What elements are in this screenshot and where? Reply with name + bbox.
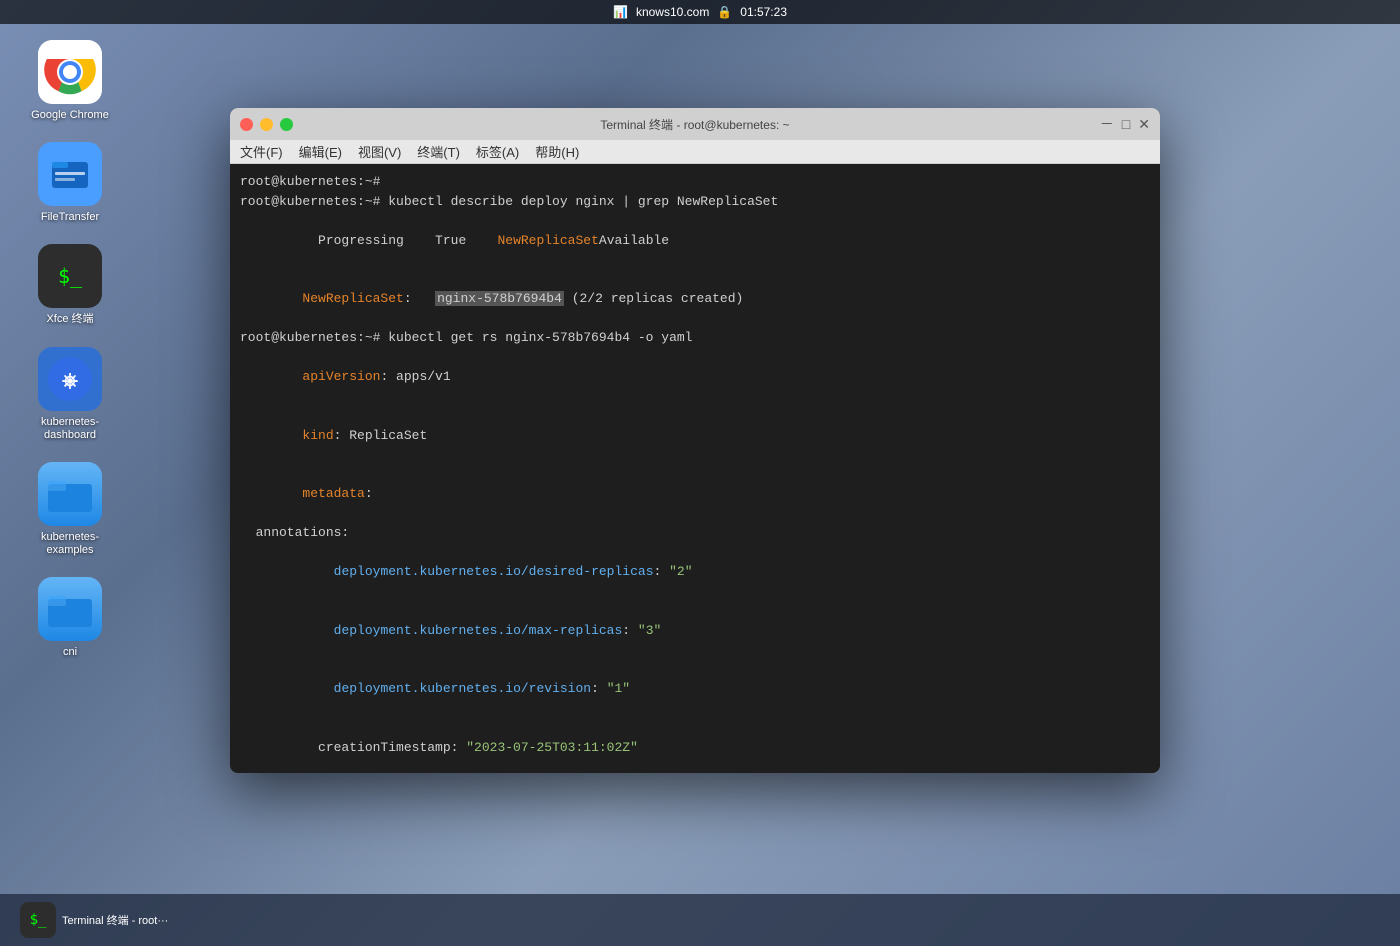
desktop-icon-filetransfer[interactable]: FileTransfer (30, 142, 110, 224)
cni-label: cni (63, 646, 77, 659)
desktop-icon-k8s-dashboard[interactable]: ⎈ kubernetes-dashboard (30, 347, 110, 442)
term-line-5: root@kubernetes:~# kubectl get rs nginx-… (240, 328, 1150, 348)
dr-key (302, 564, 333, 579)
desktop-icon-xfce-terminal[interactable]: $_ Xfce 终端 (30, 244, 110, 326)
xfce-terminal-label: Xfce 终端 (46, 313, 93, 326)
menubar-lock-icon: 🔒 (717, 5, 732, 19)
menu-file[interactable]: 文件(F) (240, 142, 283, 161)
k8s-dashboard-label: kubernetes-dashboard (41, 416, 99, 442)
xfce-terminal-icon: $_ (38, 244, 102, 308)
metadata-key: metadata (302, 486, 364, 501)
term-line-8: metadata: (240, 465, 1150, 524)
progressing-text: Progressing True (302, 233, 497, 248)
menubar-center: 📊 knows10.com 🔒 01:57:23 (613, 5, 787, 19)
term-line-3: Progressing True NewReplicaSetAvailable (240, 211, 1150, 270)
term-line-7: kind: ReplicaSet (240, 406, 1150, 465)
mr-indent (302, 623, 333, 638)
menubar: 📊 knows10.com 🔒 01:57:23 (0, 0, 1400, 24)
replicas-text: (2/2 replicas created) (564, 291, 743, 306)
term-line-9: annotations: (240, 523, 1150, 543)
restore-icon[interactable]: □ (1122, 116, 1130, 132)
newreplicaset-label: NewReplicaSet (302, 291, 403, 306)
cni-icon (38, 577, 102, 641)
desktop-icon-k8s-examples[interactable]: kubernetes-examples (30, 462, 110, 557)
revision-key: deployment.kubernetes.io/revision (334, 681, 591, 696)
desired-replicas-val: "2" (669, 564, 692, 579)
terminal-menubar: 文件(F) 编辑(E) 视图(V) 终端(T) 标签(A) 帮助(H) (230, 140, 1160, 164)
chrome-label: Google Chrome (31, 109, 109, 122)
ct-indent: creationTimestamp: (302, 740, 466, 755)
menubar-time: 01:57:23 (740, 5, 787, 19)
svg-text:⎈: ⎈ (62, 370, 78, 392)
dock: $_ Terminal 终端 - root··· (0, 894, 1400, 946)
terminal-window: Terminal 终端 - root@kubernetes: ~ － □ ✕ 文… (230, 108, 1160, 773)
desktop-icon-chrome[interactable]: Google Chrome (30, 40, 110, 122)
max-replicas-key: deployment.kubernetes.io/max-replicas (334, 623, 623, 638)
menu-tabs[interactable]: 标签(A) (476, 142, 519, 161)
apiversion-key: apiVersion (302, 369, 380, 384)
term-line-1: root@kubernetes:~# (240, 172, 1150, 192)
chrome-icon (38, 40, 102, 104)
terminal-titlebar: Terminal 终端 - root@kubernetes: ~ － □ ✕ (230, 108, 1160, 140)
nginx-rs-highlighted: nginx-578b7694b4 (435, 291, 564, 306)
filetransfer-icon (38, 142, 102, 206)
rev-indent (302, 681, 333, 696)
term-line-12: deployment.kubernetes.io/revision: "1" (240, 660, 1150, 719)
newreplicaset-available: NewReplicaSet (497, 233, 598, 248)
metadata-colon: : (365, 486, 373, 501)
apiversion-colon: : apps/v1 (380, 369, 450, 384)
available-text: Available (599, 233, 669, 248)
term-line-4: NewReplicaSet: nginx-578b7694b4 (2/2 rep… (240, 270, 1150, 329)
terminal-content[interactable]: root@kubernetes:~# root@kubernetes:~# ku… (230, 164, 1160, 773)
term-line-6: apiVersion: apps/v1 (240, 348, 1150, 407)
filetransfer-label: FileTransfer (41, 211, 99, 224)
revision-colon: : (591, 681, 607, 696)
desktop-icon-cni[interactable]: cni (30, 577, 110, 659)
term-line-13: creationTimestamp: "2023-07-25T03:11:02Z… (240, 718, 1150, 773)
window-close-button[interactable] (240, 118, 253, 131)
terminal-title: Terminal 终端 - root@kubernetes: ~ (600, 116, 789, 133)
desired-replicas-colon: : (654, 564, 670, 579)
creation-timestamp-val: "2023-07-25T03:11:02Z" (466, 740, 638, 755)
term-line-11: deployment.kubernetes.io/max-replicas: "… (240, 601, 1150, 660)
max-replicas-val: "3" (638, 623, 661, 638)
dock-terminal-icon: $_ (20, 902, 56, 938)
desktop-icons-container: Google Chrome FileTransfer $_ Xfce 终端 (30, 40, 110, 660)
menu-help[interactable]: 帮助(H) (535, 142, 579, 161)
colon-space: : (404, 291, 435, 306)
desired-replicas-key: deployment.kubernetes.io/desired-replica… (334, 564, 654, 579)
window-buttons (240, 118, 293, 131)
menu-terminal[interactable]: 终端(T) (417, 142, 460, 161)
menubar-url: knows10.com (636, 5, 709, 19)
term-line-2: root@kubernetes:~# kubectl describe depl… (240, 192, 1150, 212)
kind-val: : ReplicaSet (334, 428, 428, 443)
menu-view[interactable]: 视图(V) (358, 142, 401, 161)
k8s-dashboard-icon: ⎈ (38, 347, 102, 411)
close-icon[interactable]: ✕ (1138, 116, 1150, 133)
kind-key: kind (302, 428, 333, 443)
window-minimize-button[interactable] (260, 118, 273, 131)
k8s-examples-icon (38, 462, 102, 526)
term-line-10: deployment.kubernetes.io/desired-replica… (240, 543, 1150, 602)
terminal-controls-right: － □ ✕ (1100, 114, 1150, 134)
k8s-examples-label: kubernetes-examples (41, 531, 99, 557)
max-replicas-colon: : (622, 623, 638, 638)
window-maximize-button[interactable] (280, 118, 293, 131)
menubar-icon: 📊 (613, 5, 628, 19)
menu-edit[interactable]: 编辑(E) (299, 142, 342, 161)
minimize-icon[interactable]: － (1100, 114, 1114, 134)
revision-val: "1" (607, 681, 630, 696)
dock-item-terminal[interactable]: $_ Terminal 终端 - root··· (20, 902, 168, 938)
desktop: 📊 knows10.com 🔒 01:57:23 (0, 0, 1400, 946)
dock-terminal-label: Terminal 终端 - root··· (62, 912, 168, 928)
